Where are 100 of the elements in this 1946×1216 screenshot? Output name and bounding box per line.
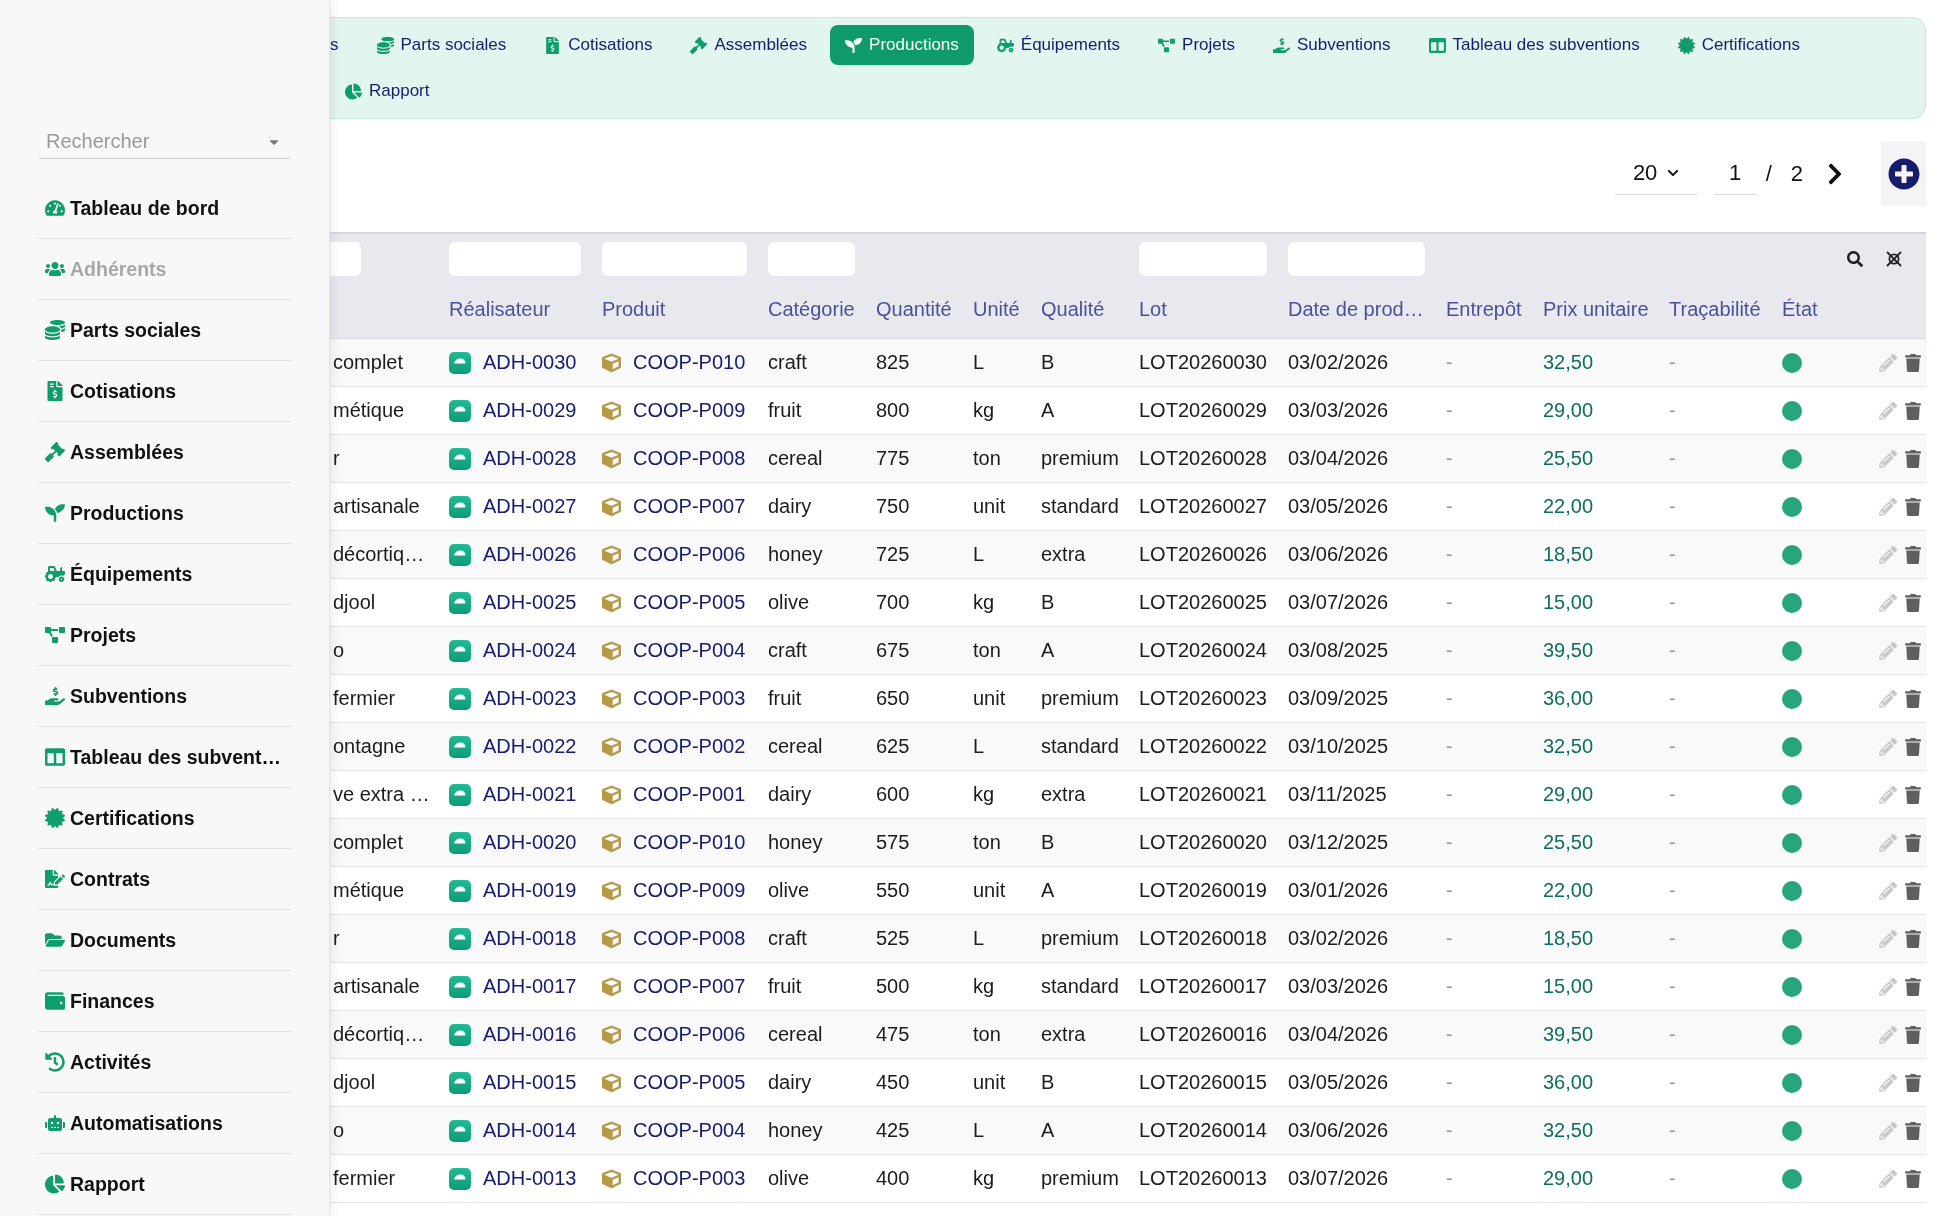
- member-link[interactable]: ADH-0014: [483, 1119, 577, 1142]
- next-page-button[interactable]: [1827, 161, 1843, 186]
- member-link[interactable]: ADH-0017: [483, 975, 577, 998]
- pencil-icon[interactable]: [1879, 1121, 1897, 1140]
- sidebar-item[interactable]: Productions: [38, 483, 291, 544]
- trash-icon[interactable]: [1905, 593, 1921, 612]
- nav-tab[interactable]: Subventions: [1258, 25, 1406, 65]
- product-link[interactable]: COOP-P009: [633, 399, 746, 422]
- product-link[interactable]: COOP-P002: [633, 735, 746, 758]
- member-link[interactable]: ADH-0026: [483, 543, 577, 566]
- crossed-circle-icon[interactable]: [1886, 251, 1902, 267]
- product-link[interactable]: COOP-P005: [633, 591, 746, 614]
- trash-icon[interactable]: [1905, 929, 1921, 948]
- filter-field[interactable]: [330, 242, 361, 276]
- pencil-icon[interactable]: [1879, 353, 1897, 372]
- sidebar-item[interactable]: Certifications: [38, 788, 291, 849]
- trash-icon[interactable]: [1905, 785, 1921, 804]
- sidebar-item[interactable]: Parts sociales: [38, 300, 291, 361]
- product-link[interactable]: COOP-P010: [633, 831, 746, 854]
- sidebar-item[interactable]: Finances: [38, 971, 291, 1032]
- member-link[interactable]: ADH-0022: [483, 735, 577, 758]
- trash-icon[interactable]: [1905, 881, 1921, 900]
- column-header[interactable]: Traçabilité: [1669, 297, 1761, 321]
- sidebar-item[interactable]: Rapport: [38, 1154, 291, 1215]
- member-link[interactable]: ADH-0016: [483, 1023, 577, 1046]
- pencil-icon[interactable]: [1879, 641, 1897, 660]
- column-header[interactable]: Réalisateur: [449, 297, 551, 321]
- sidebar-item[interactable]: Subventions: [38, 666, 291, 727]
- search-field[interactable]: Rechercher: [38, 124, 291, 159]
- sidebar-item[interactable]: Documents: [38, 910, 291, 971]
- pencil-icon[interactable]: [1879, 497, 1897, 516]
- product-link[interactable]: COOP-P008: [633, 447, 746, 470]
- pencil-icon[interactable]: [1879, 737, 1897, 756]
- pencil-icon[interactable]: [1879, 449, 1897, 468]
- product-link[interactable]: COOP-P003: [633, 1167, 746, 1190]
- sidebar-item[interactable]: Projets: [38, 605, 291, 666]
- trash-icon[interactable]: [1905, 977, 1921, 996]
- pencil-icon[interactable]: [1879, 545, 1897, 564]
- member-link[interactable]: ADH-0018: [483, 927, 577, 950]
- product-link[interactable]: COOP-P004: [633, 1119, 746, 1142]
- product-link[interactable]: COOP-P006: [633, 543, 746, 566]
- sidebar-item[interactable]: Assemblées: [38, 422, 291, 483]
- trash-icon[interactable]: [1905, 737, 1921, 756]
- sidebar-item[interactable]: Contrats: [38, 849, 291, 910]
- trash-icon[interactable]: [1905, 1169, 1921, 1188]
- nav-tab[interactable]: Productions: [830, 25, 974, 65]
- nav-tab[interactable]: Cotisations: [529, 25, 668, 65]
- product-link[interactable]: COOP-P005: [633, 1071, 746, 1094]
- member-link[interactable]: ADH-0020: [483, 831, 577, 854]
- page-field[interactable]: 1: [1713, 152, 1757, 195]
- product-link[interactable]: COOP-P007: [633, 975, 746, 998]
- member-link[interactable]: ADH-0025: [483, 591, 577, 614]
- member-link[interactable]: ADH-0027: [483, 495, 577, 518]
- add-button[interactable]: [1881, 141, 1926, 206]
- column-header[interactable]: Prix unitaire: [1543, 297, 1649, 321]
- product-link[interactable]: COOP-P007: [633, 495, 746, 518]
- nav-tab[interactable]: Certifications: [1662, 25, 1815, 65]
- pencil-icon[interactable]: [1879, 1025, 1897, 1044]
- product-link[interactable]: COOP-P006: [633, 1023, 746, 1046]
- pencil-icon[interactable]: [1879, 401, 1897, 420]
- product-link[interactable]: COOP-P008: [633, 927, 746, 950]
- trash-icon[interactable]: [1905, 1025, 1921, 1044]
- sidebar-item[interactable]: Équipements: [38, 544, 291, 605]
- pencil-icon[interactable]: [1879, 689, 1897, 708]
- member-link[interactable]: ADH-0024: [483, 639, 577, 662]
- member-link[interactable]: ADH-0013: [483, 1167, 577, 1190]
- member-link[interactable]: ADH-0021: [483, 783, 577, 806]
- member-link[interactable]: ADH-0030: [483, 351, 577, 374]
- sidebar-item[interactable]: Automatisations: [38, 1093, 291, 1154]
- column-header[interactable]: Lot: [1139, 297, 1167, 321]
- column-header[interactable]: Qualité: [1041, 297, 1105, 321]
- pencil-icon[interactable]: [1879, 929, 1897, 948]
- product-link[interactable]: COOP-P003: [633, 687, 746, 710]
- pencil-icon[interactable]: [1879, 833, 1897, 852]
- trash-icon[interactable]: [1905, 449, 1921, 468]
- column-header[interactable]: Unité: [973, 297, 1020, 321]
- product-link[interactable]: COOP-P009: [633, 879, 746, 902]
- sidebar-item[interactable]: Activités: [38, 1032, 291, 1093]
- pencil-icon[interactable]: [1879, 785, 1897, 804]
- member-link[interactable]: ADH-0029: [483, 399, 577, 422]
- pencil-icon[interactable]: [1879, 881, 1897, 900]
- nav-tab[interactable]: s: [330, 25, 354, 65]
- trash-icon[interactable]: [1905, 401, 1921, 420]
- trash-icon[interactable]: [1905, 545, 1921, 564]
- column-header[interactable]: Date de prod…: [1288, 297, 1424, 321]
- trash-icon[interactable]: [1905, 1121, 1921, 1140]
- column-header[interactable]: Quantité: [876, 297, 952, 321]
- pencil-icon[interactable]: [1879, 1169, 1897, 1188]
- column-header[interactable]: Entrepôt: [1446, 297, 1522, 321]
- trash-icon[interactable]: [1905, 641, 1921, 660]
- product-link[interactable]: COOP-P010: [633, 351, 746, 374]
- trash-icon[interactable]: [1905, 1073, 1921, 1092]
- member-link[interactable]: ADH-0019: [483, 879, 577, 902]
- nav-tab[interactable]: Parts sociales: [361, 25, 522, 65]
- member-link[interactable]: ADH-0023: [483, 687, 577, 710]
- column-header[interactable]: Catégorie: [768, 297, 855, 321]
- trash-icon[interactable]: [1905, 497, 1921, 516]
- sidebar-item[interactable]: Cotisations: [38, 361, 291, 422]
- search-icon[interactable]: [1847, 251, 1863, 267]
- trash-icon[interactable]: [1905, 833, 1921, 852]
